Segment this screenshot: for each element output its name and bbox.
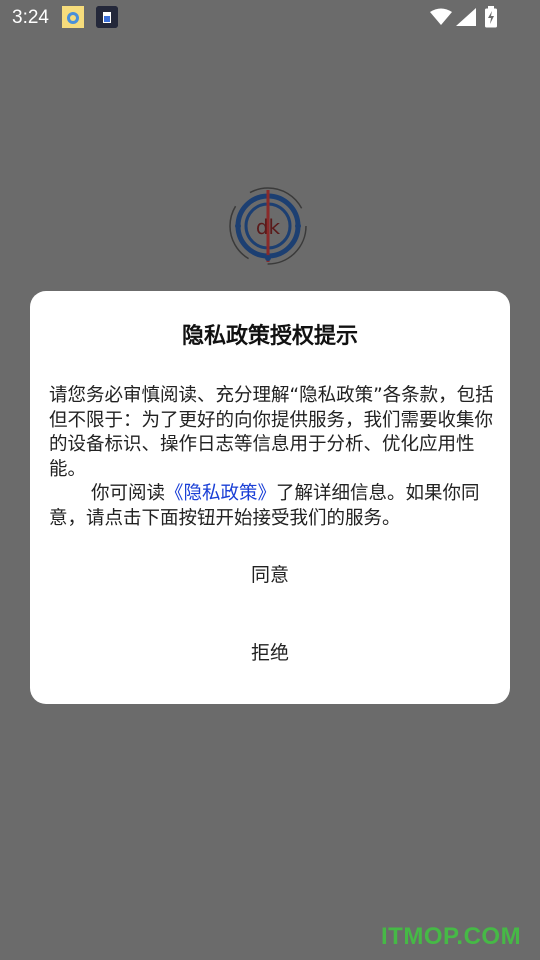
privacy-policy-link[interactable]: 《隐私政策》 xyxy=(165,483,276,504)
logo-text: dk xyxy=(256,215,281,239)
reject-button[interactable]: 拒绝 xyxy=(30,625,510,681)
notification-app-icon xyxy=(62,6,84,28)
battery-charging-icon xyxy=(484,6,498,32)
dk-logo-icon: dk xyxy=(226,180,318,272)
signal-icon xyxy=(456,8,476,30)
dialog-paragraph-2: 你可阅读《隐私政策》了解详细信息。如果你同意，请点击下面按钮开始接受我们的服务。 xyxy=(49,482,495,531)
dialog-paragraph-1: 请您务必审慎阅读、充分理解“隐私政策”各条款，包括但不限于：为了更好的向你提供服… xyxy=(49,385,494,480)
status-bar: 3:24 xyxy=(0,0,540,36)
wifi-icon xyxy=(430,8,452,30)
site-watermark: ITMOP.COM xyxy=(381,923,522,950)
notification-sim-icon xyxy=(96,6,118,28)
agree-button[interactable]: 同意 xyxy=(30,547,510,603)
privacy-dialog: 隐私政策授权提示 请您务必审慎阅读、充分理解“隐私政策”各条款，包括但不限于：为… xyxy=(30,291,510,704)
status-time: 3:24 xyxy=(12,7,49,28)
dialog-title: 隐私政策授权提示 xyxy=(181,324,358,349)
dialog-body: 请您务必审慎阅读、充分理解“隐私政策”各条款，包括但不限于：为了更好的向你提供服… xyxy=(49,384,495,531)
paragraph-2-prefix: 你可阅读 xyxy=(91,483,166,504)
